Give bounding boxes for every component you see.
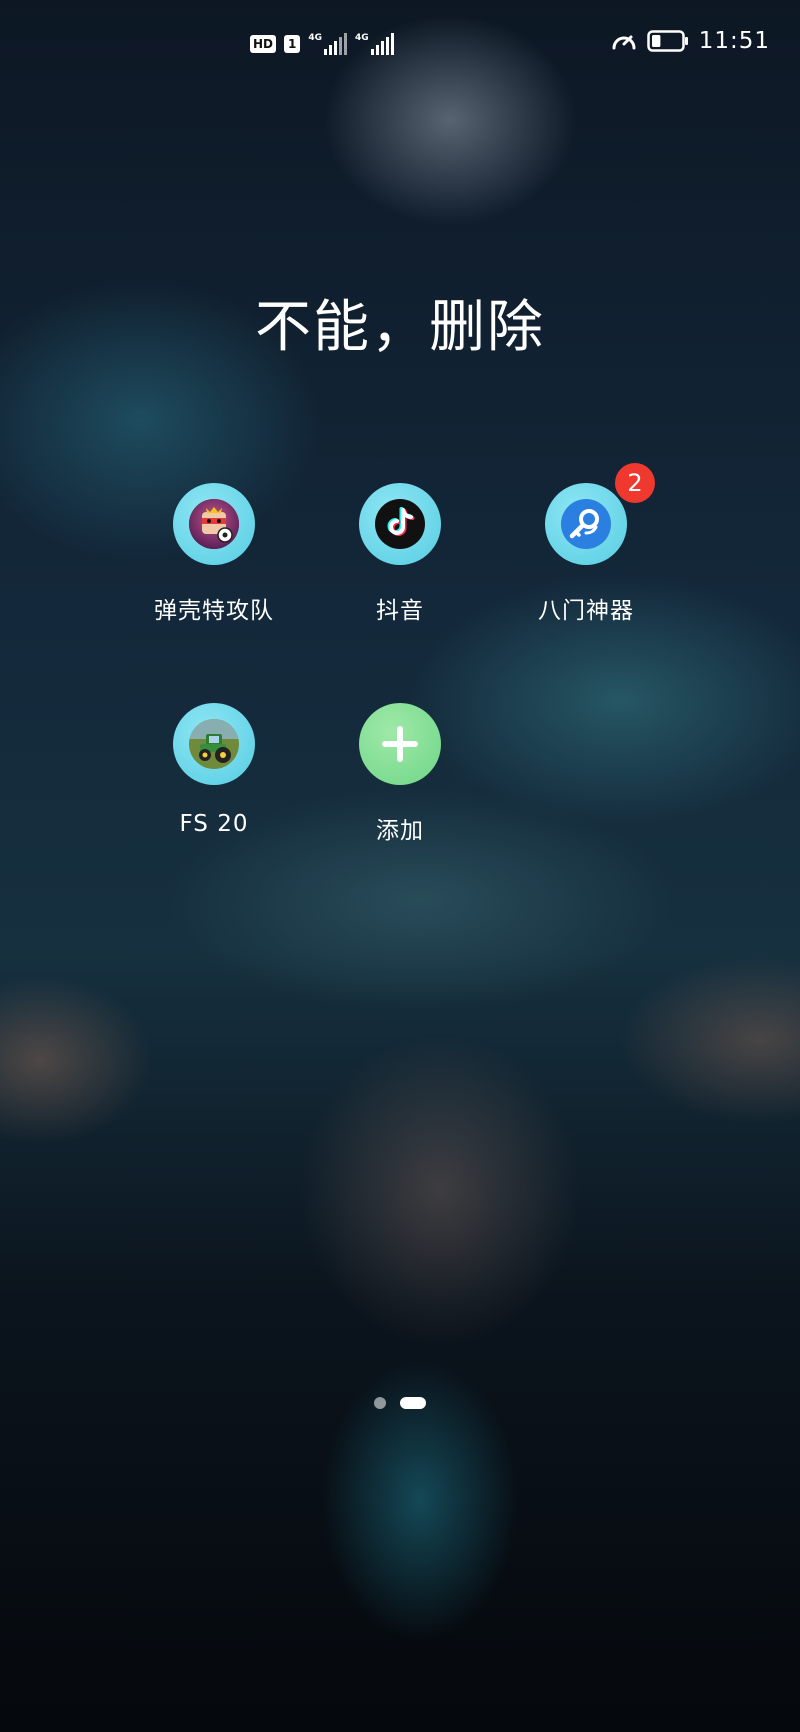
add-app-button[interactable]: 添加 — [310, 703, 490, 845]
sim-slot-icon: 1 — [284, 35, 301, 53]
tiktok-icon — [375, 499, 425, 549]
folder-title[interactable]: 不能，删除 — [0, 282, 800, 363]
app-icon-container[interactable] — [359, 483, 441, 565]
app-dankete-tegongdui[interactable]: 弹壳特攻队 — [124, 483, 304, 625]
signal-sim1: 4G — [308, 33, 348, 55]
app-icon-container[interactable] — [359, 703, 441, 785]
tractor-icon — [189, 719, 239, 769]
app-bamen-shenqi[interactable]: 2 八门神器 — [496, 463, 676, 625]
notification-badge: 2 — [615, 463, 655, 503]
wallpaper — [0, 0, 800, 1732]
network-type-label: 4G — [355, 33, 369, 43]
page-indicator[interactable] — [0, 1397, 800, 1409]
signal-bars-icon — [324, 33, 348, 55]
network-type-label: 4G — [308, 33, 323, 43]
status-right: 11:51 — [611, 28, 770, 54]
app-fs20[interactable]: FS 20 — [124, 703, 304, 837]
signal-bars-icon — [370, 33, 394, 55]
signal-sim2: 4G — [355, 33, 394, 55]
battery-icon — [646, 30, 688, 52]
app-label: FS 20 — [179, 811, 249, 837]
app-icon-container[interactable]: 2 — [545, 463, 655, 565]
app-label: 八门神器 — [538, 598, 634, 624]
app-label: 抖音 — [376, 598, 424, 624]
app-icon-container[interactable] — [173, 703, 255, 785]
clock: 11:51 — [698, 28, 770, 54]
hd-voice-icon: HD — [250, 35, 277, 53]
game-character-icon — [189, 499, 239, 549]
plus-icon — [382, 726, 418, 762]
page-dot[interactable] — [374, 1397, 386, 1409]
app-label: 添加 — [376, 818, 424, 844]
status-left: HD 1 4G 4G — [250, 33, 394, 55]
status-bar: HD 1 4G 4G 11:51 — [0, 0, 800, 90]
app-label: 弹壳特攻队 — [154, 598, 274, 624]
page-dot-active[interactable] — [400, 1397, 426, 1409]
speedometer-icon — [612, 35, 636, 50]
app-icon-container[interactable] — [173, 483, 255, 565]
key-search-icon — [561, 499, 611, 549]
app-douyin[interactable]: 抖音 — [310, 483, 490, 625]
